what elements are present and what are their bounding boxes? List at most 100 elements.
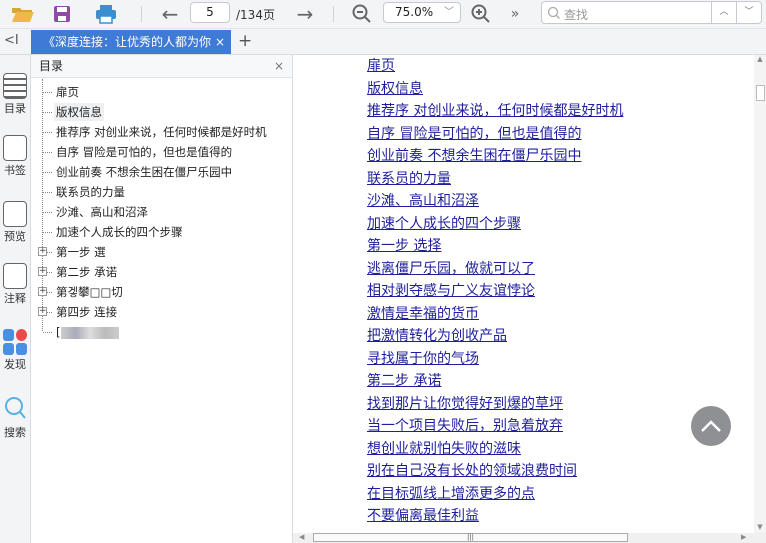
rail-preview[interactable]: 预览 bbox=[0, 201, 30, 244]
toc-link[interactable]: 不要偏离最佳利益 bbox=[367, 505, 479, 525]
more-tools-button[interactable]: » bbox=[505, 3, 525, 25]
toc-link[interactable]: 第二步 承诺 bbox=[367, 370, 441, 390]
discover-icon bbox=[3, 329, 27, 355]
toc-item[interactable]: 版权信息 bbox=[54, 103, 104, 121]
document-view: 扉页版权信息 推荐序 对创业来说，任何时候都是好时机 自序 冒险是可怕的，但也是值得… bbox=[293, 55, 754, 533]
toc-item[interactable]: 联系员的力量 bbox=[54, 183, 127, 201]
tree-connector bbox=[43, 152, 52, 153]
side-rail: 目录 书签 预览 注释 发现 搜索 bbox=[0, 55, 31, 543]
toc-link[interactable]: 扉页 bbox=[367, 55, 395, 75]
toc-link[interactable]: 激情是幸福的货币 bbox=[367, 303, 479, 323]
close-tab-icon[interactable]: × bbox=[215, 30, 225, 54]
toc-item[interactable]: 自序 冒险是可怕的，但也是值得的 bbox=[54, 143, 234, 161]
redacted-text bbox=[60, 326, 119, 339]
toc-link[interactable]: 加速个人成长的四个步骤 bbox=[367, 213, 521, 233]
vertical-scrollbar[interactable]: ▲ ▼ bbox=[754, 55, 766, 533]
rail-bookmarks[interactable]: 书签 bbox=[0, 135, 30, 178]
page-number-input[interactable]: 5 bbox=[190, 2, 230, 23]
toc-link[interactable]: 把激情转化为创收产品 bbox=[367, 325, 507, 345]
search-prev-button[interactable]: ︿ bbox=[711, 2, 736, 23]
search-next-button[interactable]: ﹀ bbox=[736, 2, 761, 23]
toc-link[interactable]: 版权信息 bbox=[367, 78, 423, 98]
search-icon bbox=[547, 6, 560, 19]
tree-connector bbox=[43, 112, 52, 113]
scroll-left-icon[interactable]: ◀ bbox=[299, 533, 304, 541]
preview-icon bbox=[3, 201, 27, 227]
print-icon[interactable] bbox=[93, 3, 119, 25]
open-folder-icon[interactable] bbox=[10, 3, 36, 25]
toc-link[interactable]: 沙滩、高山和沼泽 bbox=[367, 190, 479, 210]
scroll-thumb[interactable]: ||| bbox=[313, 533, 628, 542]
toc-item[interactable]: 第一步 選 bbox=[54, 243, 108, 261]
chevron-down-icon: ﹀ bbox=[444, 7, 454, 18]
scroll-right-icon[interactable]: ▶ bbox=[741, 533, 746, 541]
toc-link[interactable]: 找到那片让你觉得好到爆的草坪 bbox=[367, 393, 563, 413]
toc-item[interactable]: 创业前奏 不想余生困在僵尸乐园中 bbox=[54, 163, 234, 181]
scroll-down-icon[interactable]: ▼ bbox=[754, 523, 766, 531]
toc-panel: 目录 × 扉页版权信息推荐序 对创业来说，任何时候都是好时机 自序 冒险是可怕的，但… bbox=[31, 55, 293, 543]
back-to-top-button[interactable] bbox=[691, 406, 731, 446]
scroll-up-icon[interactable]: ▲ bbox=[754, 55, 766, 63]
toc-link[interactable]: 推荐序 对创业来说，任何时候都是好时机 bbox=[367, 100, 623, 120]
tree-connector bbox=[43, 172, 52, 173]
toc-link[interactable]: 创业前奏 不想余生困在僵尸乐园中 bbox=[367, 145, 581, 165]
tree-connector bbox=[43, 132, 52, 133]
rail-discover[interactable]: 发现 bbox=[0, 329, 30, 372]
zoom-out-icon[interactable] bbox=[350, 3, 374, 25]
toc-link[interactable]: 别在自己没有长处的领域浪费时间 bbox=[367, 460, 577, 480]
zoom-select[interactable]: 75.0% ﹀ bbox=[383, 2, 461, 23]
expand-icon[interactable]: + bbox=[38, 307, 47, 316]
next-page-icon[interactable]: → bbox=[293, 2, 317, 26]
list-icon bbox=[3, 73, 27, 99]
rail-toc[interactable]: 目录 bbox=[0, 73, 30, 116]
zoom-in-icon[interactable] bbox=[469, 3, 493, 25]
scroll-thumb[interactable] bbox=[756, 85, 765, 101]
expand-icon[interactable]: + bbox=[38, 247, 47, 256]
bookmark-icon bbox=[3, 135, 27, 161]
expand-icon[interactable]: + bbox=[38, 287, 47, 296]
toc-item[interactable]: 扉页 bbox=[54, 83, 81, 101]
divider bbox=[333, 6, 334, 22]
tab-document[interactable]: 《深度连接：让优秀的人都为你 × bbox=[31, 30, 231, 54]
annotation-icon bbox=[3, 263, 27, 289]
page-total: /134页 bbox=[236, 8, 275, 22]
toc-link[interactable]: 联系员的力量 bbox=[367, 168, 451, 188]
tab-bar: <I 《深度连接：让优秀的人都为你 × + bbox=[0, 29, 766, 55]
toc-item[interactable]: 推荐序 对创业来说，任何时候都是好时机 bbox=[54, 123, 269, 141]
rail-annotations[interactable]: 注释 bbox=[0, 263, 30, 306]
toc-link[interactable]: 相对剥夺感与广义友谊悖论 bbox=[367, 280, 535, 300]
toc-link[interactable]: 自序 冒险是可怕的，但也是值得的 bbox=[367, 123, 581, 143]
tree-connector bbox=[43, 232, 52, 233]
previous-page-icon[interactable]: ← bbox=[158, 2, 182, 26]
toolbar: ← 5 /134页 → 75.0% ﹀ » 查找 ︿ ﹀ bbox=[0, 0, 766, 29]
save-icon[interactable] bbox=[51, 3, 73, 25]
chevron-up-icon bbox=[701, 420, 721, 432]
toc-item[interactable]: 加速个人成长的四个步骤 bbox=[54, 223, 185, 241]
toc-link[interactable]: 逃离僵尸乐园，做就可以了 bbox=[367, 258, 535, 278]
tree-connector bbox=[43, 92, 52, 93]
toc-link[interactable]: 在目标弧线上增添更多的点 bbox=[367, 483, 535, 503]
search-input[interactable]: 查找 bbox=[564, 6, 588, 23]
toc-item[interactable]: 第二步 承诺 bbox=[54, 263, 119, 281]
rail-search[interactable]: 搜索 bbox=[0, 395, 30, 440]
toc-header: 目录 × bbox=[31, 55, 292, 78]
search-icon bbox=[5, 397, 26, 419]
toc-item[interactable]: [ bbox=[54, 323, 121, 341]
divider bbox=[141, 6, 142, 22]
toc-item[interactable]: 沙滩、高山和沼泽 bbox=[54, 203, 150, 221]
tree-connector bbox=[43, 332, 52, 333]
tab-title: 《深度连接：让优秀的人都为你 bbox=[43, 35, 212, 49]
toc-link[interactable]: 想创业就别怕失败的滋味 bbox=[367, 438, 521, 458]
toc-item[interactable]: 第겧攀□□切 bbox=[54, 283, 125, 301]
horizontal-scrollbar[interactable]: ◀ ||| ▶ bbox=[293, 533, 766, 543]
tree-connector bbox=[43, 192, 52, 193]
toc-link[interactable]: 寻找属于你的气场 bbox=[367, 348, 479, 368]
close-toc-icon[interactable]: × bbox=[274, 55, 284, 77]
toc-link[interactable]: 第一步 选择 bbox=[367, 235, 441, 255]
new-tab-button[interactable]: + bbox=[238, 31, 252, 51]
collapse-sidebar-button[interactable]: <I bbox=[4, 33, 19, 48]
expand-icon[interactable]: + bbox=[38, 267, 47, 276]
toc-item[interactable]: 第四步 连接 bbox=[54, 303, 119, 321]
search-box[interactable]: 查找 ︿ ﹀ bbox=[541, 1, 762, 24]
toc-link[interactable]: 当一个项目失败后，别急着放弃 bbox=[367, 415, 563, 435]
